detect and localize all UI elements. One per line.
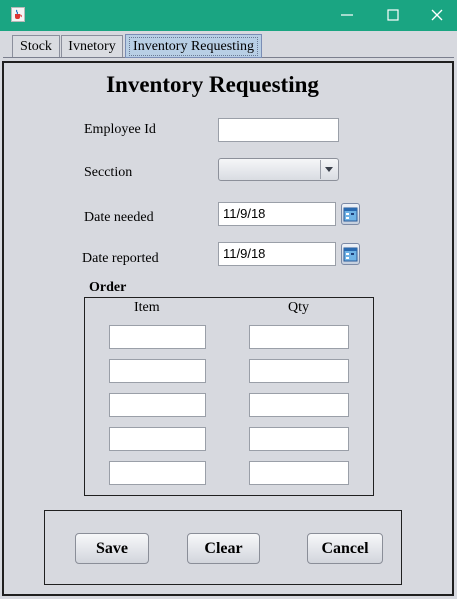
item-input-4[interactable] bbox=[109, 427, 206, 451]
item-input-2[interactable] bbox=[109, 359, 206, 383]
save-button[interactable]: Save bbox=[75, 533, 149, 564]
date-needed-label: Date needed bbox=[84, 210, 154, 225]
page-title: Inventory Requesting bbox=[106, 72, 319, 97]
tab-inventory[interactable]: Ivnetory bbox=[61, 35, 123, 57]
minimize-icon bbox=[341, 14, 353, 16]
qty-column-header: Qty bbox=[288, 300, 309, 315]
tab-inventory-requesting[interactable]: Inventory Requesting bbox=[125, 34, 262, 58]
qty-input-5[interactable] bbox=[249, 461, 349, 485]
employee-id-label: Employee Id bbox=[84, 122, 156, 137]
tab-inventory-requesting-label: Inventory Requesting bbox=[129, 37, 258, 56]
date-reported-input[interactable]: 11/9/18 bbox=[218, 242, 336, 266]
date-needed-calendar-button[interactable] bbox=[341, 203, 360, 225]
close-icon bbox=[431, 9, 443, 21]
chevron-down-icon[interactable] bbox=[320, 160, 337, 179]
item-input-1[interactable] bbox=[109, 325, 206, 349]
maximize-button[interactable] bbox=[370, 0, 416, 31]
section-select[interactable] bbox=[218, 158, 339, 181]
qty-input-3[interactable] bbox=[249, 393, 349, 417]
date-reported-calendar-button[interactable] bbox=[341, 243, 360, 265]
order-section-title: Order bbox=[89, 280, 127, 295]
item-input-3[interactable] bbox=[109, 393, 206, 417]
section-label: Secction bbox=[84, 165, 133, 180]
calendar-icon bbox=[343, 207, 358, 222]
qty-input-4[interactable] bbox=[249, 427, 349, 451]
employee-id-input[interactable] bbox=[218, 118, 339, 142]
qty-input-1[interactable] bbox=[249, 325, 349, 349]
item-input-5[interactable] bbox=[109, 461, 206, 485]
date-reported-label: Date reported bbox=[82, 251, 159, 266]
date-needed-input[interactable]: 11/9/18 bbox=[218, 202, 336, 226]
item-column-header: Item bbox=[134, 300, 160, 315]
maximize-icon bbox=[387, 9, 399, 21]
clear-button[interactable]: Clear bbox=[187, 533, 260, 564]
java-cup-icon[interactable] bbox=[11, 7, 25, 22]
qty-input-2[interactable] bbox=[249, 359, 349, 383]
minimize-button[interactable] bbox=[324, 0, 370, 31]
close-button[interactable] bbox=[414, 0, 457, 31]
calendar-icon bbox=[343, 247, 358, 262]
tab-stock[interactable]: Stock bbox=[12, 35, 60, 57]
cancel-button[interactable]: Cancel bbox=[307, 533, 383, 564]
